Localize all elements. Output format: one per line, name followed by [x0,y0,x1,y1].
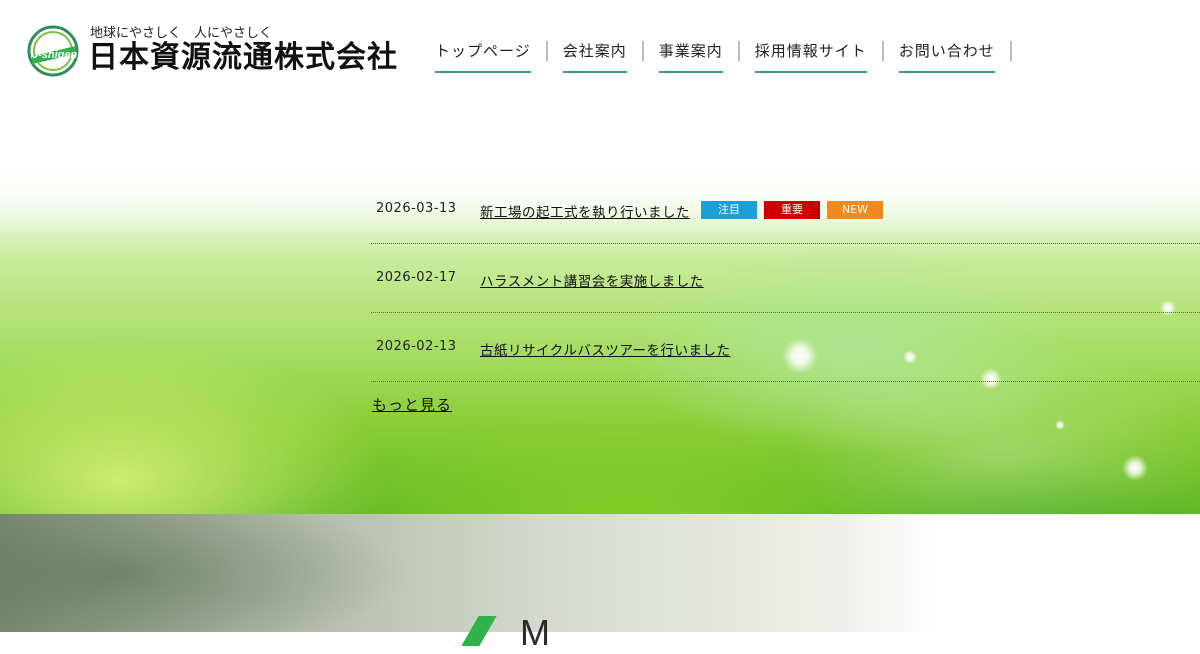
badge-new: NEW [827,201,883,219]
nav-contact[interactable]: お問い合わせ [898,38,995,73]
news-item: 2026-02-17 ハラスメント講習会を実施しました [371,244,1200,313]
nav-separator [641,41,644,61]
more-news-link[interactable]: もっと見る [372,394,452,415]
section-heading: M [520,612,552,653]
company-name: 日本資源流通株式会社 [88,40,398,75]
news-date: 2026-02-17 [376,270,457,285]
badge-important: 重要 [764,201,820,219]
nav-top-page[interactable]: トップページ [435,38,531,73]
news-item: 2026-02-13 古紙リサイクルバスツアーを行いました [371,313,1200,382]
badge-featured: 注目 [701,201,757,219]
nav-recruit-site[interactable]: 採用情報サイト [754,38,867,73]
news-date: 2026-03-13 [376,201,457,216]
sparkle [1055,420,1065,430]
svg-text:J-shigen: J-shigen [32,49,78,61]
nav-separator [737,41,740,61]
news-title-link[interactable]: ハラスメント講習会を実施しました [480,270,704,290]
news-title-link[interactable]: 古紙リサイクルバスツアーを行いました [480,339,731,359]
nav-separator [1009,41,1012,61]
sparkle [1122,455,1148,481]
global-nav: トップページ 会社案内 事業案内 採用情報サイト お問い合わせ [420,38,1012,74]
nav-business-info[interactable]: 事業案内 [658,38,723,73]
news-list: 2026-03-13 新工場の起工式を執り行いました 注目 重要 NEW 202… [371,180,1200,382]
nav-separator [881,41,884,61]
news-item: 2026-03-13 新工場の起工式を執り行いました 注目 重要 NEW [371,180,1200,244]
section-background-image [0,514,1200,632]
j-shigen-logo-icon: J-shigen [27,25,79,77]
company-logo[interactable]: J-shigen 地球にやさしく 人にやさしく 日本資源流通株式会社 [26,20,446,80]
news-title-link[interactable]: 新工場の起工式を執り行いました [480,201,690,221]
news-date: 2026-02-13 [376,339,457,354]
logo-tagline: 地球にやさしく 人にやさしく [90,26,273,41]
nav-separator [545,41,548,61]
nav-company-info[interactable]: 会社案内 [562,38,627,73]
